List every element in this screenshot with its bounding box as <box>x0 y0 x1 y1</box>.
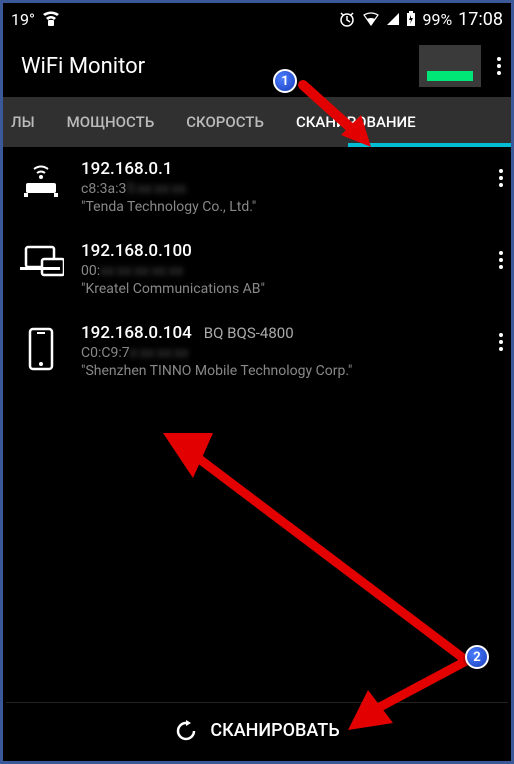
signal-icon <box>386 12 400 26</box>
phone-icon <box>15 323 67 371</box>
device-mac: c8:3a:35:xx:xx:xx <box>81 181 485 197</box>
laptop-icon <box>15 241 67 277</box>
device-name: BQ BQS-4800 <box>204 324 294 342</box>
device-menu-icon[interactable] <box>499 251 503 269</box>
annotation-marker-2: 2 <box>465 645 489 669</box>
device-menu-icon[interactable] <box>499 169 503 187</box>
annotation-arrow-2a <box>138 413 478 673</box>
scan-button-label: СКАНИРОВАТЬ <box>210 720 339 741</box>
wifi-icon <box>362 12 380 26</box>
status-bar: 19° 99% 17:08 <box>3 3 511 35</box>
device-vendor: "Kreatel Communications AB" <box>81 281 485 297</box>
annotation-arrow-1 <box>293 75 383 155</box>
overflow-menu-icon[interactable] <box>497 57 501 75</box>
temperature: 19° <box>11 10 35 29</box>
annotation-arrow-2b <box>333 648 483 738</box>
tab-bar: ЛЫ МОЩНОСТЬ СКОРОСТЬ СКАНИРОВАНИЕ <box>3 97 511 147</box>
device-list: 192.168.0.1 c8:3a:35:xx:xx:xx "Tenda Tec… <box>3 147 511 393</box>
device-row[interactable]: 192.168.0.1 c8:3a:35:xx:xx:xx "Tenda Tec… <box>3 147 511 229</box>
device-vendor: "Tenda Technology Co., Ltd." <box>81 199 485 215</box>
clock-time: 17:08 <box>458 9 503 30</box>
app-header: WiFi Monitor <box>3 35 511 97</box>
device-ip: 192.168.0.100 <box>81 241 485 261</box>
annotation-marker-1: 1 <box>273 69 297 93</box>
signal-indicator[interactable] <box>419 45 481 87</box>
tab-speed[interactable]: СКОРОСТЬ <box>170 97 280 147</box>
router-icon <box>15 159 67 199</box>
battery-percent: 99% <box>422 10 452 29</box>
refresh-icon <box>174 719 198 743</box>
device-ip: 192.168.0.1 <box>81 159 485 179</box>
battery-charging-icon <box>406 11 416 27</box>
hotspot-icon <box>41 11 61 27</box>
app-title: WiFi Monitor <box>21 54 145 79</box>
device-mac: 00:xx:xx:xx:xx:xx <box>81 263 485 279</box>
device-menu-icon[interactable] <box>499 333 503 351</box>
device-vendor: "Shenzhen TINNO Mobile Technology Corp." <box>81 363 485 379</box>
tab-channels[interactable]: ЛЫ <box>3 97 51 147</box>
device-row[interactable]: 192.168.0.104BQ BQS-4800 C0:C9:7x:xx:xx:… <box>3 311 511 393</box>
tab-power[interactable]: МОЩНОСТЬ <box>51 97 171 147</box>
device-ip: 192.168.0.104BQ BQS-4800 <box>81 323 485 343</box>
device-mac: C0:C9:7x:xx:xx:xx <box>81 345 485 361</box>
alarm-icon <box>338 10 356 28</box>
device-row[interactable]: 192.168.0.100 00:xx:xx:xx:xx:xx "Kreatel… <box>3 229 511 311</box>
